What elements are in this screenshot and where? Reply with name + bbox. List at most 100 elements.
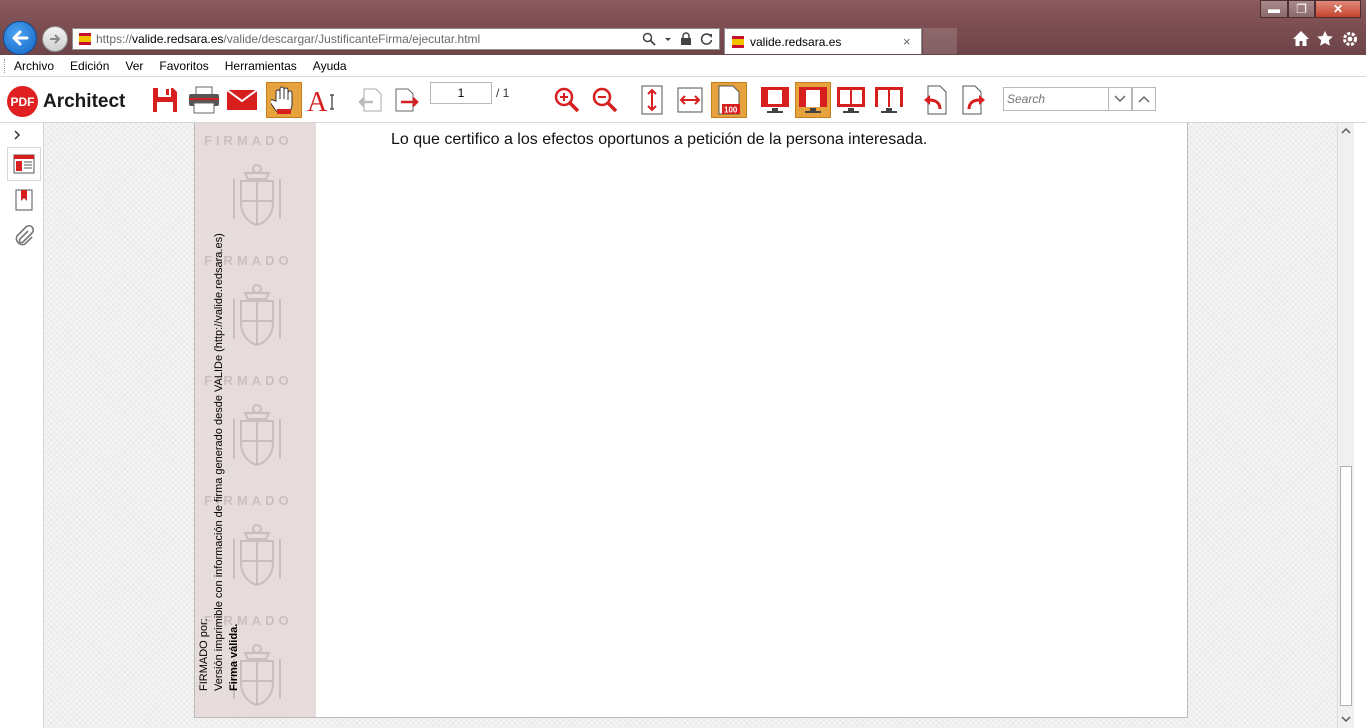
address-bar[interactable]: https://valide.redsara.es/valide/descarg…	[72, 28, 720, 50]
paperclip-icon	[15, 225, 35, 246]
text-select-button[interactable]: A	[304, 82, 340, 118]
svg-text:100: 100	[724, 106, 738, 115]
save-icon	[153, 88, 177, 112]
lock-icon[interactable]	[680, 32, 692, 46]
thumbnails-panel-button[interactable]	[7, 147, 41, 181]
text-cursor-icon: A	[307, 87, 334, 114]
search-icon[interactable]	[642, 32, 656, 46]
monitor-two-page-icon	[837, 87, 865, 113]
menu-grip	[4, 58, 6, 73]
hand-icon	[271, 86, 293, 114]
url-text[interactable]: https://valide.redsara.es/valide/descarg…	[96, 32, 642, 46]
zoom-in-button[interactable]	[549, 82, 585, 118]
menu-item-ayuda[interactable]: Ayuda	[313, 59, 347, 73]
search-previous-button[interactable]	[1132, 87, 1156, 111]
tab-title: valide.redsara.es	[750, 34, 842, 49]
app-name: Architect	[43, 90, 126, 112]
app-logo: PDF Architect	[7, 86, 125, 117]
attachments-panel-button[interactable]	[7, 219, 41, 253]
chevron-up-icon	[1341, 128, 1351, 134]
browser-tab[interactable]: valide.redsara.es ×	[724, 28, 922, 54]
bookmark-icon	[15, 189, 33, 211]
bookmarks-panel-button[interactable]	[7, 183, 41, 217]
document-viewer[interactable]: FIRMADO FIRMADO FIRMADO FIRMADO FIRMADO …	[44, 123, 1337, 728]
page-total: / 1	[496, 86, 510, 100]
watermark-text: FIRMADO	[204, 133, 293, 148]
fit-width-button[interactable]	[672, 82, 708, 118]
chevron-down-icon	[1341, 716, 1351, 722]
signed-by-label: FIRMADO por:	[198, 618, 210, 691]
back-button[interactable]	[3, 21, 37, 55]
signature-valid-label: Firma válida.	[228, 623, 240, 691]
minimize-button[interactable]: ▬	[1260, 0, 1288, 18]
zoom-in-icon	[554, 87, 580, 113]
chevron-up-icon	[1138, 95, 1150, 103]
menu-item-herramientas[interactable]: Herramientas	[225, 59, 297, 73]
menu-item-favoritos[interactable]: Favoritos	[159, 59, 208, 73]
two-page-continuous-button[interactable]	[871, 82, 907, 118]
menu-item-edicion[interactable]: Edición	[70, 59, 109, 73]
forward-button[interactable]	[42, 26, 68, 52]
hand-tool-button[interactable]	[266, 82, 302, 118]
menu-item-ver[interactable]: Ver	[125, 59, 143, 73]
pdf-toolbar: PDF Architect A / 1 100	[0, 77, 1366, 123]
zoom-out-button[interactable]	[587, 82, 623, 118]
fit-height-button[interactable]	[634, 82, 670, 118]
previous-page-icon	[358, 88, 382, 112]
signature-info: FIRMADO por: Versión imprimible con info…	[197, 171, 242, 691]
svg-text:A: A	[307, 87, 328, 114]
new-tab-button[interactable]	[923, 28, 957, 54]
email-button[interactable]	[224, 82, 260, 118]
fit-height-icon	[641, 85, 663, 115]
rotate-right-icon	[962, 85, 985, 115]
search-next-button[interactable]	[1108, 87, 1132, 111]
actual-size-icon: 100	[718, 85, 740, 115]
monitor-continuous-icon	[799, 87, 827, 113]
search-input[interactable]	[1003, 87, 1109, 111]
two-page-view-button[interactable]	[833, 82, 869, 118]
monitor-two-page-continuous-icon	[875, 87, 903, 113]
envelope-icon	[226, 89, 258, 110]
printer-icon	[189, 86, 219, 114]
scroll-down-button[interactable]	[1338, 711, 1354, 727]
refresh-icon[interactable]	[700, 32, 713, 46]
rotate-right-button[interactable]	[956, 82, 992, 118]
vertical-scrollbar[interactable]	[1337, 123, 1354, 728]
arrow-left-icon	[12, 30, 29, 46]
star-icon[interactable]	[1316, 30, 1334, 47]
chevron-right-icon[interactable]	[12, 129, 22, 141]
menu-item-archivo[interactable]: Archivo	[14, 59, 54, 73]
save-button[interactable]	[147, 82, 183, 118]
pdf-page: FIRMADO FIRMADO FIRMADO FIRMADO FIRMADO …	[194, 123, 1188, 718]
next-page-button[interactable]	[389, 82, 425, 118]
actual-size-button[interactable]: 100	[711, 82, 747, 118]
url-prefix: https://	[96, 32, 133, 46]
signature-strip: FIRMADO FIRMADO FIRMADO FIRMADO FIRMADO …	[195, 123, 316, 717]
printable-version-note: Versión imprimible con información de fi…	[213, 233, 225, 691]
maximize-button[interactable]: ❐	[1288, 0, 1315, 18]
chevron-down-icon	[1114, 95, 1126, 103]
home-icon[interactable]	[1292, 30, 1310, 47]
tab-close-button[interactable]: ×	[903, 34, 921, 49]
rotate-left-button[interactable]	[917, 82, 953, 118]
browser-titlebar: https://valide.redsara.es/valide/descarg…	[0, 0, 1366, 55]
next-page-icon	[395, 88, 419, 112]
chevron-down-icon[interactable]	[664, 32, 672, 46]
page-number-input[interactable]	[430, 82, 492, 104]
gear-icon[interactable]	[1341, 30, 1359, 48]
scroll-up-button[interactable]	[1338, 123, 1354, 139]
print-button[interactable]	[186, 82, 222, 118]
close-window-button[interactable]: ✕	[1315, 0, 1361, 18]
single-page-view-button[interactable]	[757, 82, 793, 118]
previous-page-button[interactable]	[352, 82, 388, 118]
scrollbar-thumb[interactable]	[1340, 466, 1352, 706]
continuous-view-button[interactable]	[795, 82, 831, 118]
url-domain: valide.redsara.es	[132, 32, 224, 46]
thumbnails-icon	[13, 154, 35, 174]
zoom-out-icon	[592, 87, 618, 113]
rotate-left-icon	[924, 85, 947, 115]
pdf-sidebar	[0, 123, 44, 728]
url-path: /valide/descargar/JustificanteFirma/ejec…	[223, 32, 481, 46]
fit-width-icon	[677, 87, 703, 113]
certify-text: Lo que certifico a los efectos oportunos…	[391, 131, 928, 148]
